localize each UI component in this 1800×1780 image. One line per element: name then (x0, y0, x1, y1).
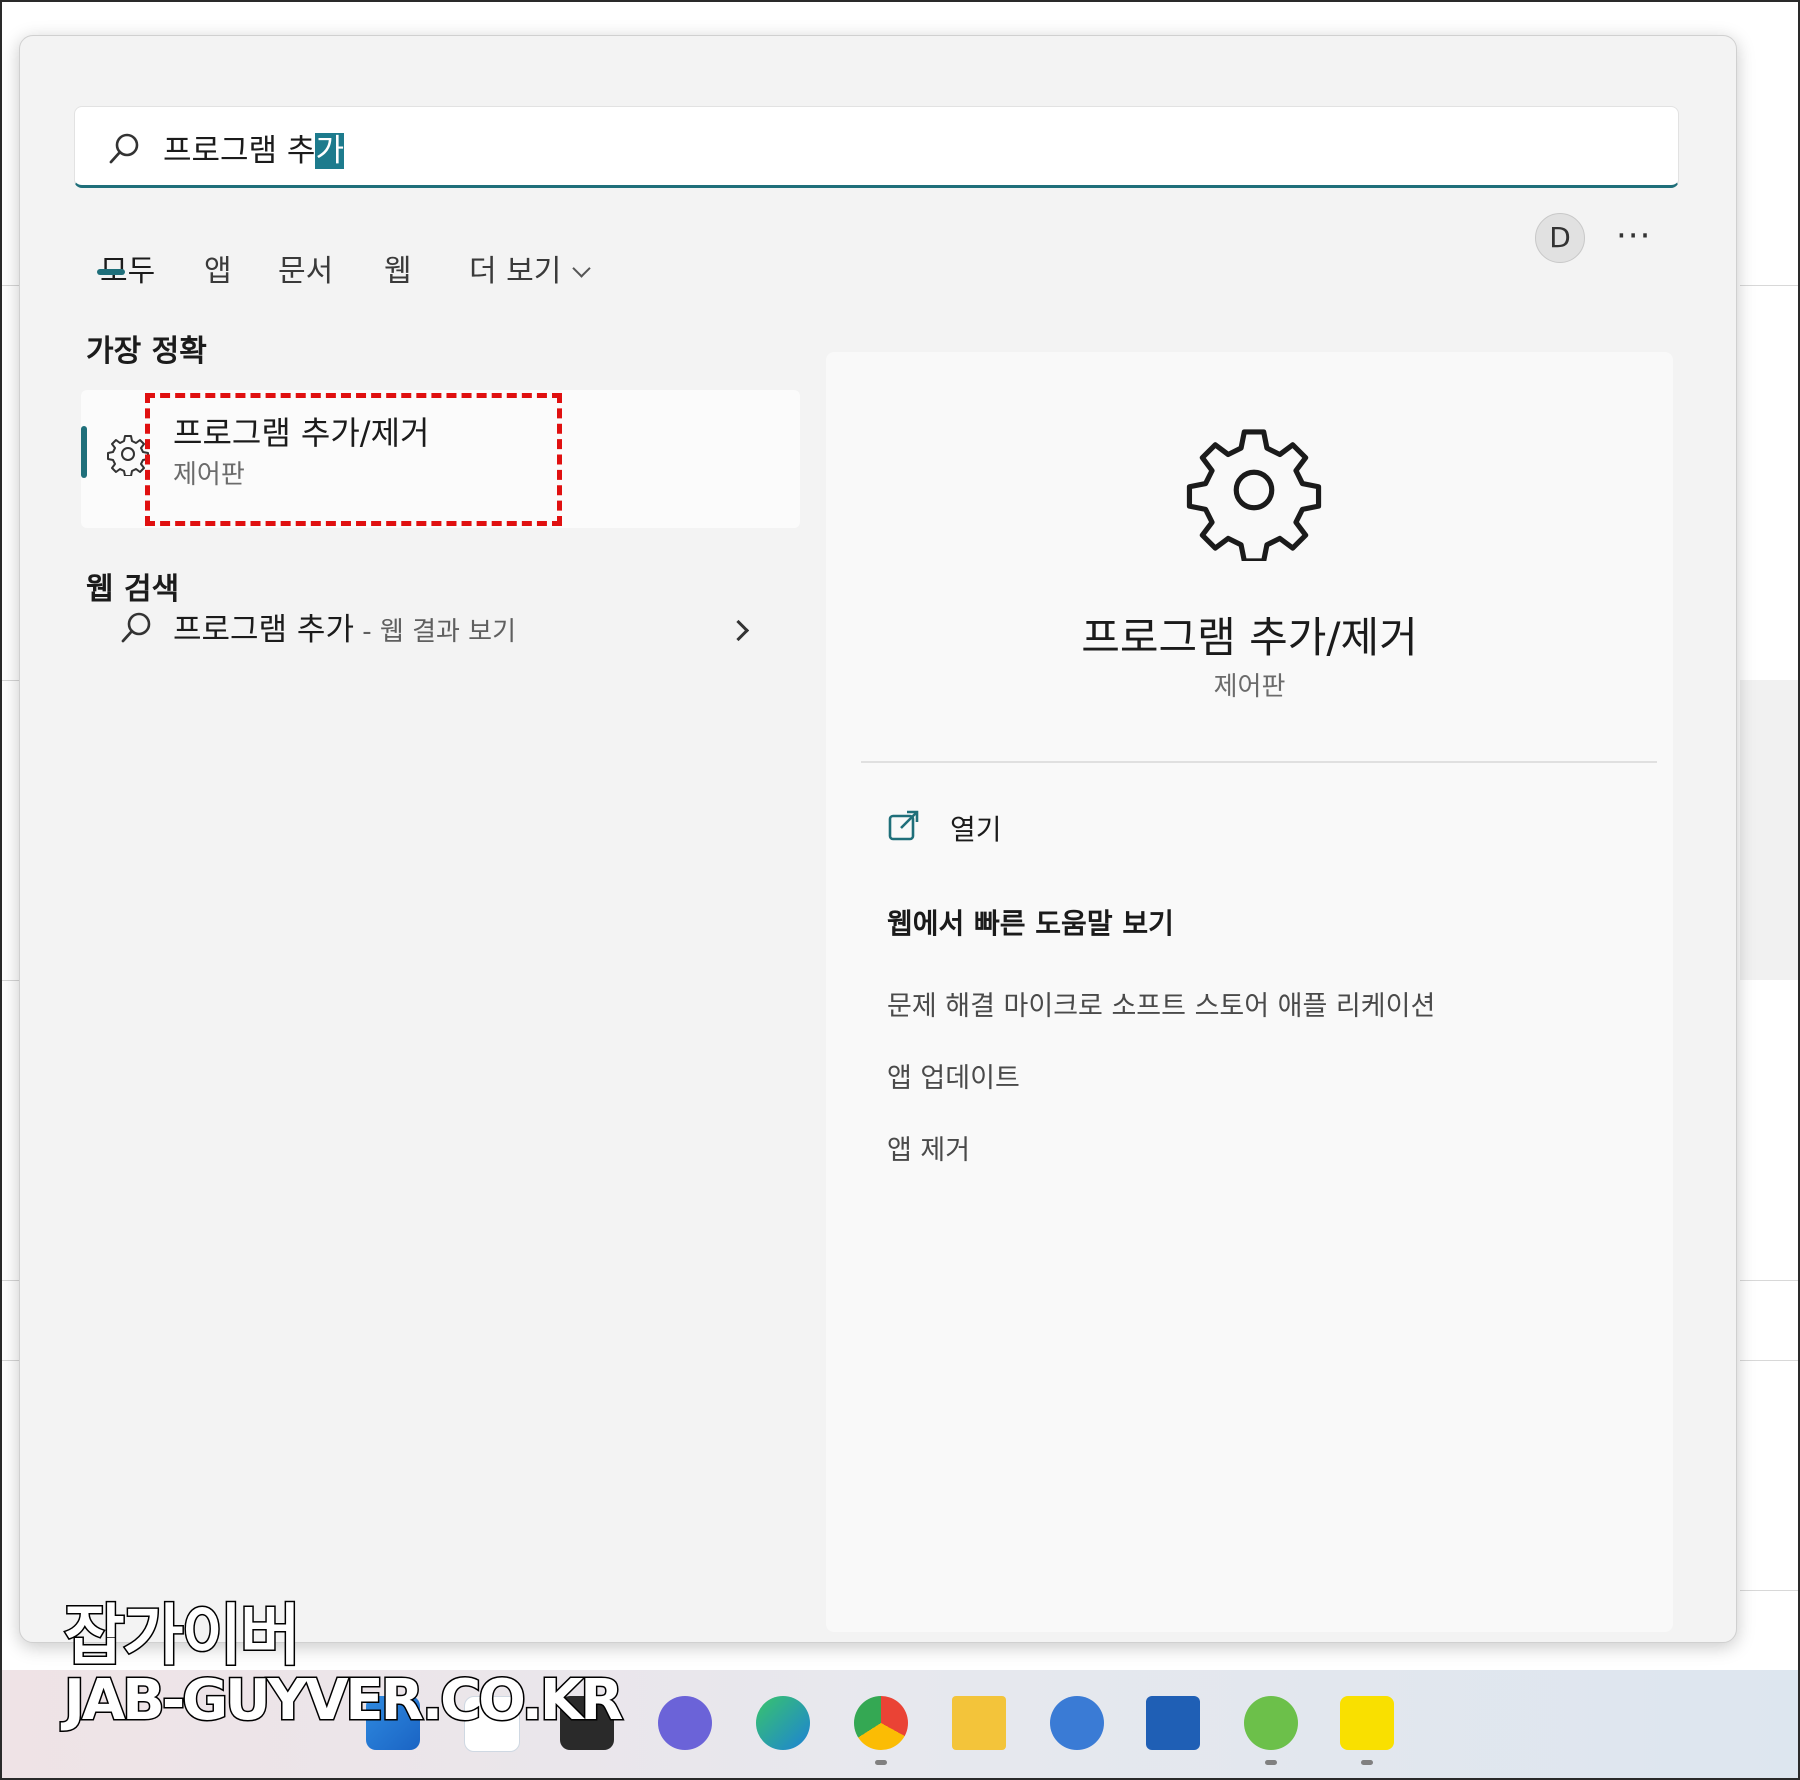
search-input[interactable]: 프로그램 추가 (163, 125, 344, 170)
background-divider (1740, 1280, 1798, 1281)
start-search-panel: 프로그램 추가 모두 앱 문서 웹 더 보기 D ··· 가장 정확 프로그램 … (19, 35, 1737, 1643)
running-indicator (1361, 1760, 1373, 1765)
search-query-selection: 가 (315, 133, 344, 169)
background-divider (1740, 285, 1798, 286)
running-indicator (1265, 1760, 1277, 1765)
cortana-icon[interactable] (1050, 1696, 1104, 1750)
tab-more-label: 더 보기 (469, 254, 562, 289)
tab-web[interactable]: 웹 (384, 246, 412, 290)
detail-subtitle: 제어판 (1213, 672, 1286, 702)
background-divider (1740, 1590, 1798, 1591)
chevron-right-icon[interactable] (727, 619, 750, 642)
avatar[interactable]: D (1535, 213, 1585, 263)
search-box[interactable]: 프로그램 추가 (74, 106, 1679, 188)
gear-icon (1183, 419, 1325, 565)
search-icon (119, 610, 155, 650)
chevron-down-icon (572, 259, 592, 278)
running-indicator (875, 1760, 887, 1765)
teams-chat-icon[interactable] (658, 1696, 712, 1750)
watermark-title: 잡가이버 (63, 1596, 303, 1676)
chrome-icon[interactable] (854, 1696, 908, 1750)
help-link[interactable]: 앱 업데이트 (887, 1056, 1020, 1095)
web-search-text: 프로그램 추가 - 웹 결과 보기 (173, 604, 516, 649)
open-button[interactable]: 열기 (950, 808, 1002, 848)
help-link[interactable]: 문제 해결 마이크로 소프트 스토어 애플 리케이션 (887, 984, 1435, 1023)
web-search-suffix: - 웹 결과 보기 (353, 617, 517, 647)
file-explorer-icon[interactable] (952, 1696, 1006, 1750)
background-divider (2, 680, 20, 681)
kakaotalk-icon[interactable] (1340, 1696, 1394, 1750)
utorrent-icon[interactable] (1244, 1696, 1298, 1750)
selection-accent (81, 426, 87, 478)
web-search-result[interactable]: 프로그램 추가 - 웹 결과 보기 (81, 596, 800, 666)
background-divider (1740, 1360, 1798, 1361)
web-help-heading: 웹에서 빠른 도움말 보기 (887, 907, 1174, 940)
background-divider (2, 980, 20, 981)
detail-divider (861, 761, 1657, 763)
detail-title: 프로그램 추가/제거 (1081, 613, 1418, 662)
more-options-button[interactable]: ··· (1616, 216, 1651, 256)
tab-documents[interactable]: 문서 (278, 246, 333, 290)
background-divider (2, 285, 20, 286)
highlight-annotation-box (145, 393, 562, 526)
web-search-query: 프로그램 추가 (173, 612, 354, 648)
microsoft-store-icon[interactable] (1146, 1696, 1200, 1750)
open-external-icon[interactable] (887, 809, 921, 847)
tab-more[interactable]: 더 보기 (469, 246, 592, 290)
tab-all[interactable]: 모두 (100, 246, 155, 290)
search-icon (107, 131, 143, 171)
help-link[interactable]: 앱 제거 (887, 1128, 970, 1167)
background-divider (2, 1280, 20, 1281)
background-divider (2, 1360, 20, 1361)
watermark-url: JAB-GUYVER.CO.KR (62, 1667, 624, 1735)
search-query-text: 프로그램 추 (163, 133, 316, 169)
active-tab-indicator (97, 269, 125, 275)
tab-apps[interactable]: 앱 (204, 246, 232, 290)
edge-icon[interactable] (756, 1696, 810, 1750)
gear-icon (106, 432, 150, 480)
best-match-heading: 가장 정확 (86, 334, 207, 369)
background-panel (1740, 680, 1798, 980)
